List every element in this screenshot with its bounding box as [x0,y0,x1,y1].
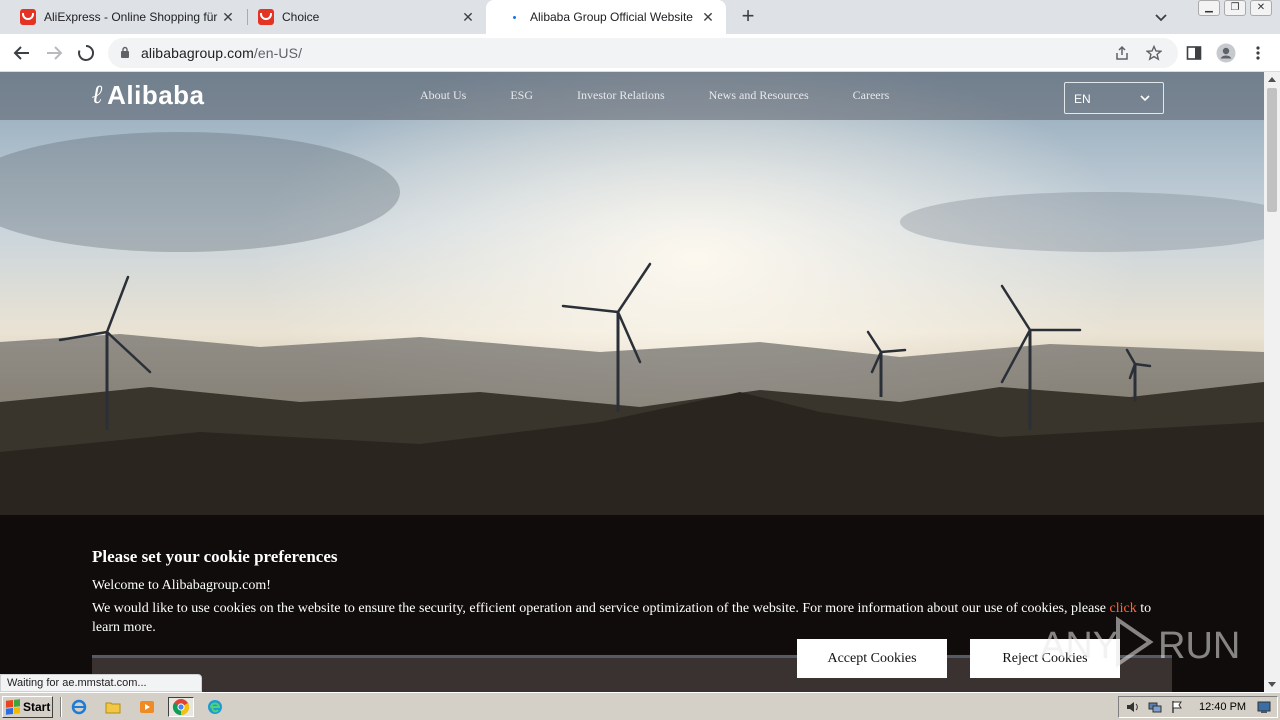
watermark-text-left: ANY [1040,625,1118,667]
internet-explorer-icon [71,699,87,715]
media-player-quicklaunch[interactable] [136,697,158,717]
restore-button[interactable]: ❐ [1224,0,1246,16]
stop-loading-button[interactable] [74,41,98,65]
watermark-text-right: RUN [1158,625,1240,667]
edge-quicklaunch[interactable] [204,697,226,717]
forward-arrow-icon [47,46,63,60]
alibaba-logo-mark: ℓ [92,80,104,110]
loading-spinner-icon [78,44,95,61]
aliexpress-icon [258,9,274,25]
web-page: ℓ Alibaba About Us ESG Investor Relation… [0,72,1264,692]
back-button[interactable] [10,41,34,65]
cookie-body-text: We would like to use cookies on the webs… [92,601,1110,616]
profile-avatar-icon [1216,43,1236,63]
folder-icon [105,702,121,714]
nav-careers[interactable]: Careers [853,88,890,103]
address-bar[interactable]: alibabagroup.com/en-US/ [108,38,1178,68]
url-host: alibabagroup.com [141,45,254,61]
nav-esg[interactable]: ESG [510,88,533,103]
taskbar-clock[interactable]: 12:40 PM [1199,701,1246,713]
volume-icon[interactable] [1125,699,1141,715]
close-tab-icon[interactable]: ✕ [460,9,476,25]
start-label: Start [23,700,51,714]
loading-icon [506,9,522,25]
share-icon [1116,45,1128,60]
windows-taskbar: Start 12:40 PM [0,692,1280,720]
taskbar-separator [60,697,62,717]
action-center-flag-icon[interactable] [1169,699,1185,715]
ie-quicklaunch[interactable] [68,697,90,717]
browser-menu-button[interactable] [1246,41,1270,65]
tab-strip: AliExpress - Online Shopping für Elek ✕ … [0,0,1280,34]
minimize-button[interactable]: ▁ [1198,0,1220,16]
page-scrollbar[interactable] [1264,72,1280,692]
window-controls: ▁ ❐ ✕ [1198,0,1272,20]
lock-icon[interactable] [120,46,130,58]
close-tab-icon[interactable]: ✕ [220,9,236,25]
main-nav: About Us ESG Investor Relations News and… [420,88,933,103]
tab-title: Choice [282,10,320,24]
nav-about-us[interactable]: About Us [420,88,466,103]
scroll-down-arrow-icon[interactable] [1268,682,1276,687]
back-arrow-icon [13,46,29,60]
kebab-menu-icon [1256,46,1260,60]
url-path: /en-US/ [253,45,303,61]
browser-status-bubble: Waiting for ae.mmstat.com... [0,674,202,692]
browser-toolbar: alibabagroup.com/en-US/ [0,34,1280,72]
show-desktop-icon[interactable] [1256,699,1272,715]
media-player-icon [140,701,154,713]
tab-alibaba-group[interactable]: Alibaba Group Official Website ✕ [486,0,726,34]
cookie-welcome: Welcome to Alibabagroup.com! [92,578,271,593]
scroll-up-arrow-icon[interactable] [1268,77,1276,82]
side-panel-button[interactable] [1182,41,1206,65]
tab-choice[interactable]: Choice ✕ [238,0,486,34]
new-tab-button[interactable]: + [738,5,758,28]
bookmark-button[interactable] [1143,42,1165,64]
forward-button[interactable] [42,41,66,65]
scrollbar-thumb[interactable] [1267,88,1277,212]
share-button[interactable] [1111,42,1133,64]
tab-title: AliExpress - Online Shopping für Elek [44,10,220,24]
nav-news-and-resources[interactable]: News and Resources [709,88,809,103]
star-icon [1146,45,1162,61]
cookie-body: We would like to use cookies on the webs… [92,599,1172,637]
chrome-taskbar-button[interactable] [168,697,194,717]
chevron-down-icon [1140,95,1150,102]
anyrun-watermark: ANY RUN [1040,616,1240,668]
system-tray: 12:40 PM [1118,696,1278,718]
accept-cookies-button[interactable]: Accept Cookies [797,639,947,678]
close-window-button[interactable]: ✕ [1250,0,1272,16]
start-button[interactable]: Start [2,696,53,718]
explorer-quicklaunch[interactable] [102,697,124,717]
profile-button[interactable] [1214,41,1238,65]
chrome-icon [172,699,190,716]
tab-aliexpress[interactable]: AliExpress - Online Shopping für Elek ✕ [0,0,246,34]
aliexpress-icon [20,9,36,25]
site-header: ℓ Alibaba About Us ESG Investor Relation… [0,72,1264,120]
language-select[interactable]: EN [1064,82,1164,114]
tab-search-chevron-icon[interactable] [1152,8,1170,26]
alibaba-logo-text: Alibaba [107,79,205,110]
cookie-title: Please set your cookie preferences [92,547,338,566]
windows-logo-icon [6,699,20,715]
tab-title: Alibaba Group Official Website [530,10,693,24]
alibaba-logo[interactable]: ℓ Alibaba [92,79,205,111]
nav-investor-relations[interactable]: Investor Relations [577,88,665,103]
url-text: alibabagroup.com/en-US/ [141,45,302,61]
edge-icon [208,700,222,714]
language-value: EN [1074,92,1091,106]
side-panel-icon [1186,46,1202,60]
close-tab-icon[interactable]: ✕ [700,9,716,25]
network-icon[interactable] [1147,699,1163,715]
